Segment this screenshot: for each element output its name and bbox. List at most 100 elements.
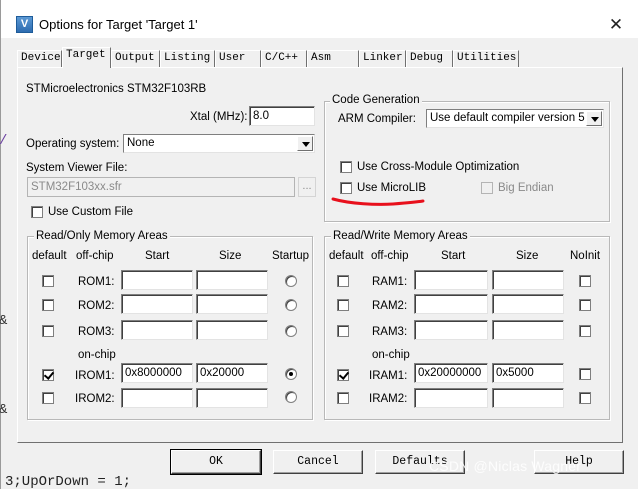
ram1-start-input[interactable] (414, 270, 488, 290)
tab-user[interactable]: User (215, 50, 261, 67)
cross-module-optimization-label: Use Cross-Module Optimization (357, 161, 520, 173)
chevron-down-icon[interactable] (297, 136, 313, 151)
ram2-start-input[interactable] (414, 294, 488, 314)
ram3-size-input[interactable] (492, 320, 564, 340)
irom2-label: IROM2: (75, 393, 115, 405)
rom1-start-input[interactable] (121, 270, 193, 290)
irom2-start-input[interactable] (121, 388, 193, 408)
background-code-fragment: & (0, 313, 7, 329)
rom3-label: ROM3: (78, 326, 115, 338)
system-viewer-label: System Viewer File: (26, 162, 128, 174)
rom3-default-checkbox[interactable] (42, 325, 54, 337)
tab-output[interactable]: Output (111, 50, 160, 67)
csdn-watermark: CSDN @Niclas Wagner (429, 458, 582, 474)
window-title: Options for Target 'Target 1' (39, 17, 198, 32)
tab-debug[interactable]: Debug (406, 50, 453, 67)
rom2-startup-radio[interactable] (285, 299, 297, 311)
rom1-default-checkbox[interactable] (42, 275, 54, 287)
ro-header-startup: Startup (272, 250, 310, 262)
chevron-down-icon[interactable] (586, 111, 602, 126)
use-microlib-label: Use MicroLIB (357, 182, 427, 194)
iram2-noinit-checkbox[interactable] (579, 392, 591, 404)
irom2-startup-radio[interactable] (285, 391, 297, 403)
ram1-size-input[interactable] (492, 270, 564, 290)
title-bar[interactable]: V Options for Target 'Target 1' ✕ (1, 0, 638, 38)
close-icon[interactable]: ✕ (603, 14, 629, 36)
rw-header-size: Size (516, 250, 539, 262)
tab-target[interactable]: Target (62, 47, 111, 68)
rom1-label: ROM1: (78, 276, 115, 288)
irom2-size-input[interactable] (196, 388, 268, 408)
system-viewer-input[interactable]: STM32F103xx.sfr (27, 177, 295, 197)
ram2-label: RAM2: (372, 300, 408, 312)
ro-header-size: Size (219, 250, 242, 262)
rom2-start-input[interactable] (121, 294, 193, 314)
irom1-default-checkbox[interactable] (42, 369, 54, 381)
ram2-noinit-checkbox[interactable] (579, 299, 591, 311)
tab-asm[interactable]: Asm (307, 50, 359, 67)
rom3-size-input[interactable] (196, 320, 268, 340)
rom3-startup-radio[interactable] (285, 325, 297, 337)
iram1-start-input[interactable]: 0x20000000 (414, 363, 488, 383)
ram1-label: RAM1: (372, 276, 408, 288)
rom3-start-input[interactable] (121, 320, 193, 340)
rom2-size-input[interactable] (196, 294, 268, 314)
iram2-start-input[interactable] (414, 388, 488, 408)
tab-c-cpp[interactable]: C/C++ (261, 50, 307, 67)
cancel-button[interactable]: Cancel (273, 450, 363, 474)
irom1-label: IROM1: (75, 370, 115, 382)
iram2-size-input[interactable] (492, 388, 564, 408)
iram1-size-input[interactable]: 0x5000 (492, 363, 564, 383)
cross-module-optimization-checkbox[interactable] (340, 161, 352, 173)
irom1-start-input[interactable]: 0x8000000 (121, 363, 193, 383)
ram3-default-checkbox[interactable] (337, 325, 349, 337)
rw-onchip-label: on-chip (372, 349, 410, 361)
system-viewer-browse-button[interactable]: ... (298, 177, 316, 197)
tab-utilities[interactable]: Utilities (453, 50, 519, 67)
ram2-size-input[interactable] (492, 294, 564, 314)
ro-onchip-label: on-chip (78, 349, 116, 361)
operating-system-value: None (127, 137, 155, 149)
big-endian-label: Big Endian (498, 182, 554, 194)
arm-compiler-select[interactable]: Use default compiler version 5 (426, 109, 604, 128)
tab-device[interactable]: Device (17, 50, 62, 67)
rw-header-default: default (329, 250, 364, 262)
use-custom-file-label: Use Custom File (48, 206, 133, 218)
code-generation-title: Code Generation (330, 94, 422, 107)
iram2-label: IRAM2: (369, 393, 408, 405)
ram3-start-input[interactable] (414, 320, 488, 340)
ro-header-default: default (32, 250, 67, 262)
ram1-noinit-checkbox[interactable] (579, 275, 591, 287)
big-endian-checkbox[interactable] (481, 182, 493, 194)
irom1-startup-radio[interactable] (285, 368, 297, 380)
background-code-fragment: & (0, 402, 7, 418)
iram2-default-checkbox[interactable] (337, 392, 349, 404)
operating-system-select[interactable]: None (123, 134, 315, 153)
xtal-input[interactable]: 8.0 (249, 106, 315, 126)
tab-linker[interactable]: Linker (359, 50, 406, 67)
use-microlib-checkbox[interactable] (340, 182, 352, 194)
ram1-default-checkbox[interactable] (337, 275, 349, 287)
rw-header-offchip: off-chip (371, 250, 409, 262)
iram1-noinit-checkbox[interactable] (579, 368, 591, 380)
irom1-size-input[interactable]: 0x20000 (196, 363, 268, 383)
iram1-default-checkbox[interactable] (337, 369, 349, 381)
ram2-default-checkbox[interactable] (337, 299, 349, 311)
background-code-line: 3;UpOrDown = 1; (5, 474, 132, 489)
rom2-default-checkbox[interactable] (42, 299, 54, 311)
iram1-label: IRAM1: (369, 370, 408, 382)
rom1-size-input[interactable] (196, 270, 268, 290)
readonly-memory-title: Read/Only Memory Areas (34, 230, 170, 243)
background-code-fragment: / (0, 133, 7, 149)
arm-compiler-label: ARM Compiler: (338, 113, 416, 125)
irom2-default-checkbox[interactable] (42, 392, 54, 404)
use-custom-file-checkbox[interactable] (31, 206, 43, 218)
rw-header-noinit: NoInit (570, 250, 601, 262)
ram3-label: RAM3: (372, 326, 408, 338)
arm-compiler-value: Use default compiler version 5 (430, 112, 585, 124)
readwrite-memory-title: Read/Write Memory Areas (331, 230, 470, 243)
ok-button[interactable]: OK (170, 449, 262, 475)
rom1-startup-radio[interactable] (285, 275, 297, 287)
tab-listing[interactable]: Listing (160, 50, 215, 67)
ram3-noinit-checkbox[interactable] (579, 325, 591, 337)
